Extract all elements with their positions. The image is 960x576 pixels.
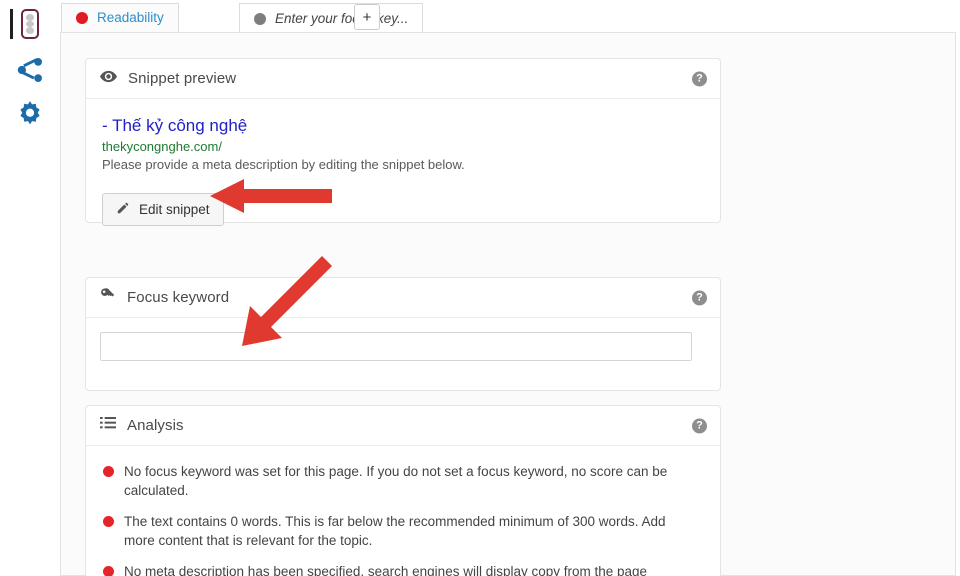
snippet-result-title[interactable]: - Thế kỷ công nghệ [102, 115, 706, 137]
analysis-item-text: The text contains 0 words. This is far b… [124, 514, 666, 548]
analysis-card: Analysis ? No focus keyword was set for … [85, 405, 721, 576]
analysis-item: No meta description has been specified, … [100, 562, 670, 576]
tab-label-readability: Readability [97, 10, 164, 26]
focus-keyword-help-icon[interactable]: ? [692, 290, 707, 305]
focus-keyword-header: Focus keyword ? [86, 278, 720, 318]
snippet-result-url: thekycongnghe.com/ [102, 139, 222, 154]
tab-status-bullet-readability [76, 12, 88, 24]
share-icon[interactable] [15, 55, 45, 85]
seo-score-dot-top [26, 14, 34, 21]
list-icon [100, 416, 116, 435]
snippet-preview-title: Snippet preview [128, 70, 237, 87]
sidebar-item-share[interactable] [8, 48, 52, 92]
analysis-item: The text contains 0 words. This is far b… [100, 512, 670, 550]
edit-snippet-button-label: Edit snippet [139, 202, 210, 217]
snippet-result-description: Please provide a meta description by edi… [102, 157, 465, 172]
focus-keyword-card: Focus keyword ? [85, 277, 721, 391]
seo-score-icon-bar [10, 9, 13, 39]
tab-readability[interactable]: Readability [61, 3, 179, 33]
eye-icon [100, 70, 117, 88]
key-icon [100, 287, 116, 308]
focus-keyword-input[interactable] [100, 332, 692, 361]
sidebar-item-settings[interactable] [8, 92, 52, 136]
analysis-header: Analysis ? [86, 406, 720, 446]
analysis-body: No focus keyword was set for this page. … [86, 446, 720, 576]
analysis-item-status-dot [103, 566, 114, 576]
snippet-preview-help-icon[interactable]: ? [692, 71, 707, 86]
snippet-preview-header: Snippet preview ? [86, 59, 720, 99]
app-root: Readability Enter your focus key... + Sn… [0, 0, 960, 576]
tab-strip: Readability Enter your focus key... + [60, 0, 960, 34]
seo-score-icon[interactable] [10, 7, 44, 41]
add-tab-button[interactable]: + [354, 4, 380, 30]
tab-focus-keyword[interactable]: Enter your focus key... [239, 3, 424, 34]
gear-icon[interactable] [15, 99, 45, 129]
focus-keyword-title: Focus keyword [127, 289, 230, 306]
tab-status-bullet-focus-keyword [254, 12, 266, 25]
snippet-preview-card: Snippet preview ? - Thế kỷ công nghệ the… [85, 58, 721, 226]
analysis-item: No focus keyword was set for this page. … [100, 462, 670, 500]
main-panel: Snippet preview ? - Thế kỷ công nghệ the… [60, 32, 956, 576]
edit-snippet-button[interactable]: Edit snippet [102, 193, 224, 226]
tab-label-focus-keyword: Enter your focus key... [275, 10, 409, 26]
analysis-item-status-dot [103, 516, 114, 527]
pencil-icon [116, 201, 130, 218]
analysis-item-text: No focus keyword was set for this page. … [124, 464, 668, 498]
snippet-preview-body: - Thế kỷ công nghệ thekycongnghe.com/ Pl… [86, 99, 720, 240]
analysis-item-status-dot [103, 466, 114, 477]
seo-score-dot-mid [26, 20, 34, 28]
analysis-help-icon[interactable]: ? [692, 418, 707, 433]
left-icon-rail [0, 0, 60, 576]
analysis-item-text: No meta description has been specified, … [124, 564, 648, 576]
sidebar-item-seo-score[interactable] [8, 2, 52, 46]
analysis-title: Analysis [127, 417, 184, 434]
seo-score-dot-bottom [26, 27, 34, 35]
seo-score-icon-box [21, 9, 39, 39]
analysis-list: No focus keyword was set for this page. … [100, 460, 706, 576]
focus-keyword-body [86, 318, 720, 375]
